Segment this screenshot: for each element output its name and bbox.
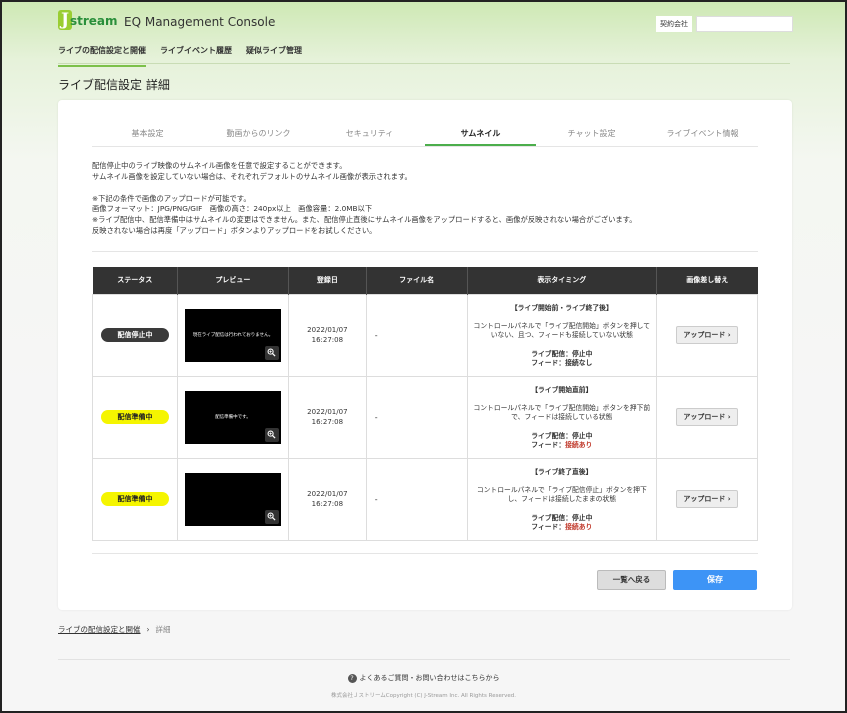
reg-date: 2022/01/07 (307, 490, 348, 498)
contract-label: 契約会社 (656, 16, 692, 32)
zoom-icon[interactable] (264, 427, 279, 442)
copyright: 株式会社ＪストリームCopyright (C) J-Stream Inc. Al… (330, 693, 517, 699)
file-name: - (365, 457, 468, 541)
upload-button[interactable]: アップロード › (676, 408, 739, 426)
feed-label: フィード： (531, 358, 566, 367)
divider (92, 251, 758, 252)
live-status: ライブ配信：停止中 (531, 431, 593, 440)
timing-body: コントロールパネルで「ライブ配信停止」ボタンを押下し、フィードは接続したままの状… (476, 486, 647, 504)
thumbnail-preview: 現在ライブ配信は行われておりません。 (184, 308, 281, 362)
feed-label: フィード： (531, 440, 566, 449)
table-header-row: ステータス プレビュー 登録日 ファイル名 表示タイミング 画像差し替え (92, 267, 758, 294)
th-replace: 画像差し替え (656, 267, 758, 294)
file-name: - (365, 293, 468, 377)
footer-divider (58, 659, 790, 660)
jstream-logo: J stream (58, 10, 118, 32)
desc-line: 配信停止中のライブ映像のサムネイル画像を任意で設定することができます。 (92, 161, 347, 170)
breadcrumb-link[interactable]: ライブの配信設定と開催 (58, 624, 141, 635)
logo-stream: stream (70, 14, 118, 28)
timing-head: 【ライブ終了直後】 (531, 467, 593, 476)
save-button[interactable]: 保存 (673, 570, 757, 590)
upload-button[interactable]: アップロード › (676, 490, 739, 508)
timing-body: コントロールパネルで「ライブ配信開始」ボタンを押していない、且つ、フィードも接続… (473, 322, 651, 340)
thumbnail-table: ステータス プレビュー 登録日 ファイル名 表示タイミング 画像差し替え 配信停… (92, 267, 758, 541)
timing-head: 【ライブ開始直前】 (531, 385, 593, 394)
desc-line: サムネイル画像を設定していない場合は、それぞれデフォルトのサムネイル画像が表示さ… (92, 171, 412, 181)
table-row: 配信準備中 配信準備中です。 2022/01/07 16:27:08 - 【ライブ… (92, 375, 758, 459)
reg-date: 2022/01/07 (307, 326, 348, 334)
contract-input[interactable] (696, 16, 793, 32)
feed-value: 接続あり (565, 440, 593, 449)
th-preview: プレビュー (177, 267, 289, 294)
reg-time: 16:27:08 (311, 336, 344, 344)
feed-label: フィード： (531, 522, 566, 531)
page-title: ライブ配信設定 詳細 (58, 78, 170, 92)
tab-basic[interactable]: 基本設定 (92, 122, 203, 146)
header: J stream EQ Management Console 契約会社 ライブの… (2, 2, 845, 67)
faq-text: よくあるご質問・お問い合わせはこちらから (359, 674, 500, 682)
feed-value: 接続あり (565, 522, 593, 531)
th-timing: 表示タイミング (467, 267, 658, 294)
upload-button[interactable]: アップロード › (676, 326, 739, 344)
desc-line: ※下記の条件で画像のアップロードが可能です。 (92, 193, 251, 203)
tab-chat[interactable]: チャット設定 (536, 122, 647, 146)
tab-security[interactable]: セキュリティ (314, 122, 425, 146)
thumbnail-preview: 配信準備中です。 (184, 390, 281, 444)
preview-text: 配信準備中です。 (215, 415, 251, 420)
logo[interactable]: J stream EQ Management Console (58, 10, 276, 32)
tab-bar: 基本設定 動画からのリンク セキュリティ サムネイル チャット設定 ライブイベン… (92, 122, 758, 147)
zoom-icon[interactable] (264, 509, 279, 524)
thumbnail-preview (184, 472, 281, 526)
preview-text: 現在ライブ配信は行われておりません。 (192, 333, 274, 338)
reg-time: 16:27:08 (311, 418, 344, 426)
file-name: - (365, 375, 468, 459)
status-badge: 配信準備中 (100, 492, 169, 506)
main-card: 基本設定 動画からのリンク セキュリティ サムネイル チャット設定 ライブイベン… (58, 100, 792, 610)
live-status: ライブ配信：停止中 (531, 513, 593, 522)
faq-link[interactable]: ? よくあるご質問・お問い合わせはこちらから (2, 673, 845, 683)
feed-value: 接続なし (565, 358, 593, 367)
zoom-icon[interactable] (264, 345, 279, 360)
tab-thumbnail[interactable]: サムネイル (425, 122, 536, 146)
table-row: 配信停止中 現在ライブ配信は行われておりません。 2022/01/07 16:27… (92, 293, 758, 377)
desc-line: ※ライブ配信中、配信準備中はサムネイルの変更はできません。また、配信停止直後にサ… (92, 215, 637, 225)
status-badge: 配信準備中 (100, 410, 169, 424)
desc-line: 反映されない場合は再度「アップロード」ボタンよりアップロードをお試しください。 (92, 225, 377, 235)
chevron-right-icon: › (146, 625, 150, 634)
th-file: ファイル名 (366, 267, 468, 294)
divider (92, 553, 758, 554)
timing-body: コントロールパネルで「ライブ配信開始」ボタンを押下前で、フィードは接続している状… (473, 404, 651, 422)
breadcrumb-current: 詳細 (155, 625, 171, 634)
reg-time: 16:27:08 (311, 500, 344, 508)
status-badge: 配信停止中 (100, 328, 169, 342)
breadcrumb: ライブの配信設定と開催 › 詳細 (58, 624, 171, 635)
tab-video-link[interactable]: 動画からのリンク (203, 122, 314, 146)
back-to-list-button[interactable]: 一覧へ戻る (597, 570, 666, 590)
th-date: 登録日 (288, 267, 367, 294)
contract-selector: 契約会社 (656, 16, 793, 32)
header-divider (58, 63, 790, 64)
reg-date: 2022/01/07 (307, 408, 348, 416)
th-status: ステータス (92, 267, 178, 294)
live-status: ライブ配信：停止中 (531, 349, 593, 358)
question-icon: ? (347, 673, 357, 683)
desc-line: 画像フォーマット：JPG/PNG/GIF 画像の高さ：240px以上 画像容量：… (92, 204, 373, 214)
tab-event-info[interactable]: ライブイベント情報 (647, 122, 758, 146)
timing-head: 【ライブ開始前・ライブ終了後】 (510, 303, 613, 312)
app-title: EQ Management Console (124, 15, 276, 29)
description: 配信停止中のライブ映像のサムネイル画像を任意で設定することができます。 サムネイ… (92, 161, 758, 237)
table-row: 配信準備中 2022/01/07 16:27:08 - 【ライブ終了直後】 コント… (92, 457, 758, 541)
